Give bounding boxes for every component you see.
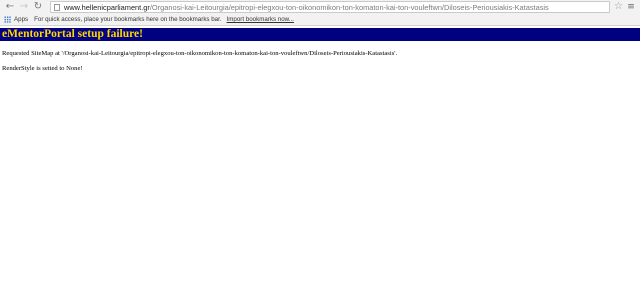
url-host: www.hellenicparliament.gr — [64, 2, 150, 12]
menu-icon[interactable]: ≡ — [626, 2, 636, 12]
address-bar[interactable]: www.hellenicparliament.gr /Organosi-kai-… — [50, 1, 611, 13]
apps-grid-icon[interactable] — [4, 16, 11, 23]
page-title: eMentorPortal setup failure! — [0, 28, 640, 41]
browser-toolbar: ← → ↻ www.hellenicparliament.gr /Organos… — [0, 0, 640, 14]
reload-icon[interactable]: ↻ — [32, 1, 44, 13]
import-bookmarks-link[interactable]: Import bookmarks now... — [227, 16, 294, 23]
page-content: eMentorPortal setup failure! Requested S… — [0, 26, 640, 73]
bookmarks-hint: For quick access, place your bookmarks h… — [34, 16, 222, 23]
bookmarks-bar: Apps For quick access, place your bookma… — [0, 14, 640, 26]
forward-arrow-icon[interactable]: → — [18, 1, 30, 13]
url-path: /Organosi-kai-Leitourgia/epitropi-elegxo… — [149, 2, 549, 12]
bookmark-star-icon[interactable]: ☆ — [614, 1, 623, 13]
page-icon — [54, 3, 60, 11]
back-arrow-icon[interactable]: ← — [4, 1, 16, 13]
apps-label[interactable]: Apps — [14, 16, 28, 23]
sitemap-message: Requested SiteMap at '/Organosi-kai-Leit… — [2, 50, 398, 57]
renderstyle-message: RenderStyle is setted to None! — [2, 65, 83, 72]
